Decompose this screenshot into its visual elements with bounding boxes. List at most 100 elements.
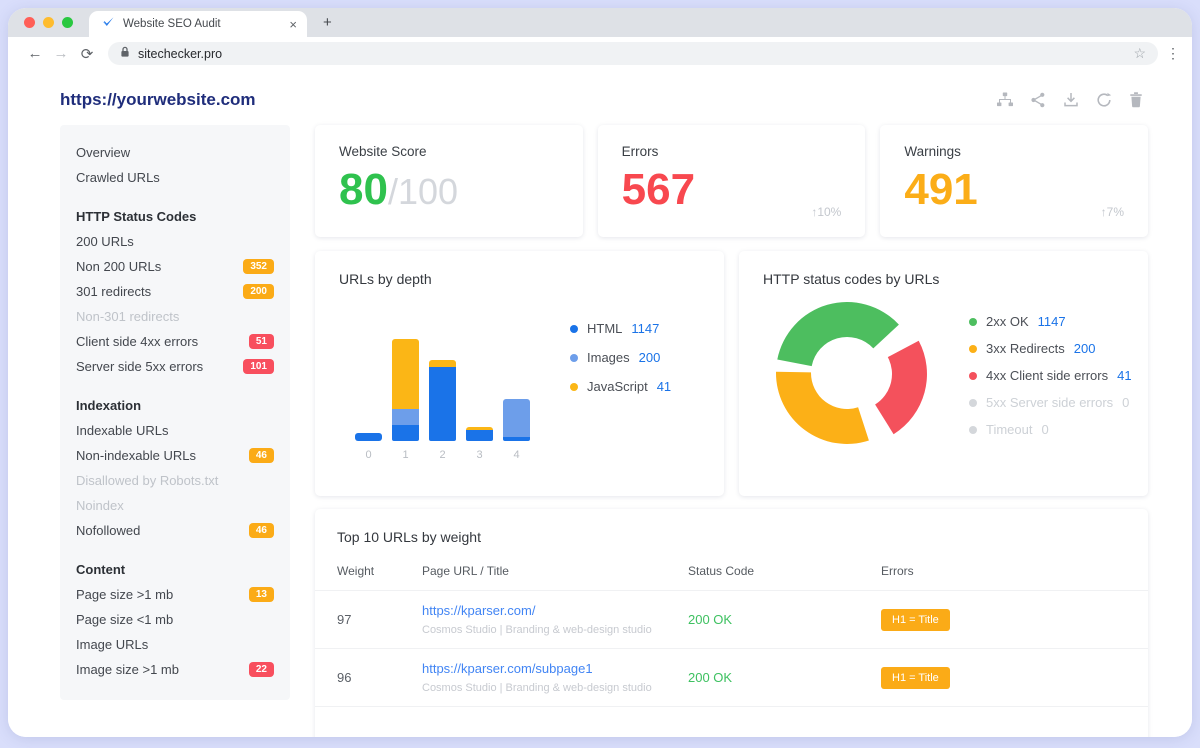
- close-window-button[interactable]: [24, 17, 35, 28]
- legend-item-javascript[interactable]: JavaScript 41: [570, 379, 671, 394]
- legend-dot-icon: [969, 399, 977, 407]
- website-score-card: Website Score 80/100: [315, 125, 583, 237]
- browser-tab[interactable]: Website SEO Audit ×: [89, 11, 307, 37]
- sidebar-item-page-size-1-mb[interactable]: Page size <1 mb: [76, 607, 274, 632]
- errors-value: 567: [622, 168, 842, 212]
- sidebar-item-crawled-urls[interactable]: Crawled URLs: [76, 165, 274, 190]
- url-bar[interactable]: sitechecker.pro ☆: [108, 42, 1158, 65]
- errors-cell: H1 = Title: [881, 667, 1126, 689]
- reload-icon[interactable]: ⟳: [74, 45, 100, 63]
- share-icon[interactable]: [1029, 91, 1047, 109]
- content-area: OverviewCrawled URLsHTTP Status Codes200…: [8, 125, 1192, 737]
- stat-cards-row: Website Score 80/100 Errors 567 ↑10% War…: [315, 125, 1148, 237]
- sidebar-section-title: Content: [76, 557, 274, 582]
- seo-audit-page: https://yourwebsite.com: [8, 70, 1192, 737]
- back-icon[interactable]: ←: [22, 45, 48, 62]
- page-url-link[interactable]: https://kparser.com/subpage1: [422, 661, 688, 676]
- stat-label: Errors: [622, 144, 842, 159]
- url-text[interactable]: sitechecker.pro: [138, 47, 1125, 61]
- website-score-value: 80/100: [339, 168, 559, 212]
- sidebar-item-non-200-urls[interactable]: Non 200 URLs 352: [76, 254, 274, 279]
- legend-dot-icon: [969, 345, 977, 353]
- count-badge: 352: [243, 259, 274, 274]
- bar-column[interactable]: 0: [355, 433, 382, 441]
- bar-x-label: 3: [466, 449, 493, 461]
- bar-x-label: 0: [355, 449, 382, 461]
- sidebar-item-label: Noindex: [76, 498, 124, 513]
- legend-dot-icon: [570, 383, 578, 391]
- donut-slice-3xx-redirects[interactable]: [776, 372, 869, 444]
- sidebar-item-disallowed-by-robots-txt[interactable]: Disallowed by Robots.txt: [76, 468, 274, 493]
- sidebar-item-label: Image size >1 mb: [76, 662, 179, 677]
- bar-column[interactable]: 4: [503, 399, 530, 441]
- sidebar-item-indexable-urls[interactable]: Indexable URLs: [76, 418, 274, 443]
- donut-slice-2xx-ok[interactable]: [777, 302, 899, 366]
- window-controls: [24, 17, 73, 28]
- browser-menu-icon[interactable]: ⋮: [1166, 45, 1180, 62]
- sidebar-item-label: Non 200 URLs: [76, 259, 161, 274]
- bar-segment: [392, 425, 419, 441]
- download-icon[interactable]: [1062, 91, 1080, 109]
- main-panel: Website Score 80/100 Errors 567 ↑10% War…: [315, 125, 1148, 737]
- http-status-codes-card: HTTP status codes by URLs 2xx OK 11473xx…: [739, 251, 1148, 496]
- bar-column[interactable]: 3: [466, 427, 493, 441]
- new-tab-button[interactable]: +: [323, 15, 332, 30]
- legend-item-2xx-ok[interactable]: 2xx OK 1147: [969, 314, 1132, 329]
- sidebar-item-label: 301 redirects: [76, 284, 151, 299]
- stat-label: Website Score: [339, 144, 559, 159]
- sidebar-item-label: Nofollowed: [76, 523, 140, 538]
- bar-chart-legend: HTML 1147 Images 200 JavaScript 41: [570, 321, 671, 441]
- legend-item-timeout[interactable]: Timeout 0: [969, 422, 1132, 437]
- forward-icon[interactable]: →: [48, 45, 74, 62]
- legend-item-images[interactable]: Images 200: [570, 350, 671, 365]
- bar-x-label: 1: [392, 449, 419, 461]
- legend-item-5xx-server-side-errors[interactable]: 5xx Server side errors 0: [969, 395, 1132, 410]
- legend-item-4xx-client-side-errors[interactable]: 4xx Client side errors 41: [969, 368, 1132, 383]
- sitechecker-favicon-icon: [101, 15, 115, 34]
- sidebar-item-301-redirects[interactable]: 301 redirects200: [76, 279, 274, 304]
- trash-icon[interactable]: [1128, 91, 1144, 109]
- sidebar-item-nofollowed[interactable]: Nofollowed 46: [76, 518, 274, 543]
- sidebar-item-label: Client side 4xx errors: [76, 334, 198, 349]
- browser-toolbar: ← → ⟳ sitechecker.pro ☆ ⋮: [8, 37, 1192, 70]
- sidebar-item-client-side-4xx-errors[interactable]: Client side 4xx errors 51: [76, 329, 274, 354]
- warnings-delta: ↑7%: [1101, 205, 1124, 219]
- count-badge: 22: [249, 662, 274, 677]
- page-header: https://yourwebsite.com: [8, 70, 1192, 125]
- legend-label: 2xx OK: [986, 314, 1029, 329]
- bookmark-star-icon[interactable]: ☆: [1133, 45, 1146, 62]
- bar-column[interactable]: 2: [429, 360, 456, 441]
- bar-column[interactable]: 1: [392, 339, 419, 441]
- sidebar-item-200-urls[interactable]: 200 URLs: [76, 229, 274, 254]
- close-tab-icon[interactable]: ×: [289, 18, 297, 31]
- errors-cell: H1 = Title: [881, 609, 1126, 631]
- legend-label: Timeout: [986, 422, 1032, 437]
- count-badge: 46: [249, 523, 274, 538]
- sidebar-item-server-side-5xx-errors[interactable]: Server side 5xx errors101: [76, 354, 274, 379]
- legend-item-html[interactable]: HTML 1147: [570, 321, 671, 336]
- sidebar-item-non-indexable-urls[interactable]: Non-indexable URLs46: [76, 443, 274, 468]
- error-badge: H1 = Title: [881, 667, 950, 689]
- minimize-window-button[interactable]: [43, 17, 54, 28]
- count-badge: 51: [249, 334, 274, 349]
- sidebar-item-label: Page size >1 mb: [76, 587, 173, 602]
- audited-site-url: https://yourwebsite.com: [60, 90, 256, 110]
- sidebar-item-noindex[interactable]: Noindex: [76, 493, 274, 518]
- stat-label: Warnings: [904, 144, 1124, 159]
- sitemap-icon[interactable]: [996, 91, 1014, 109]
- tab-title: Website SEO Audit: [123, 18, 281, 30]
- sidebar-item-page-size-1-mb[interactable]: Page size >1 mb13: [76, 582, 274, 607]
- page-url-cell: https://kparser.com/subpage1Cosmos Studi…: [422, 661, 688, 694]
- page-url-cell: https://kparser.com/Cosmos Studio | Bran…: [422, 603, 688, 636]
- page-url-link[interactable]: https://kparser.com/: [422, 603, 688, 618]
- sidebar-item-image-size-1-mb[interactable]: Image size >1 mb 22: [76, 657, 274, 682]
- zoom-window-button[interactable]: [62, 17, 73, 28]
- legend-item-3xx-redirects[interactable]: 3xx Redirects 200: [969, 341, 1132, 356]
- donut-slice-4xx-client-side-errors[interactable]: [875, 341, 927, 435]
- legend-dot-icon: [570, 354, 578, 362]
- sidebar-item-image-urls[interactable]: Image URLs: [76, 632, 274, 657]
- sidebar-item-non-301-redirects[interactable]: Non-301 redirects: [76, 304, 274, 329]
- sidebar-item-overview[interactable]: Overview: [76, 140, 274, 165]
- legend-dot-icon: [969, 372, 977, 380]
- refresh-icon[interactable]: [1095, 91, 1113, 109]
